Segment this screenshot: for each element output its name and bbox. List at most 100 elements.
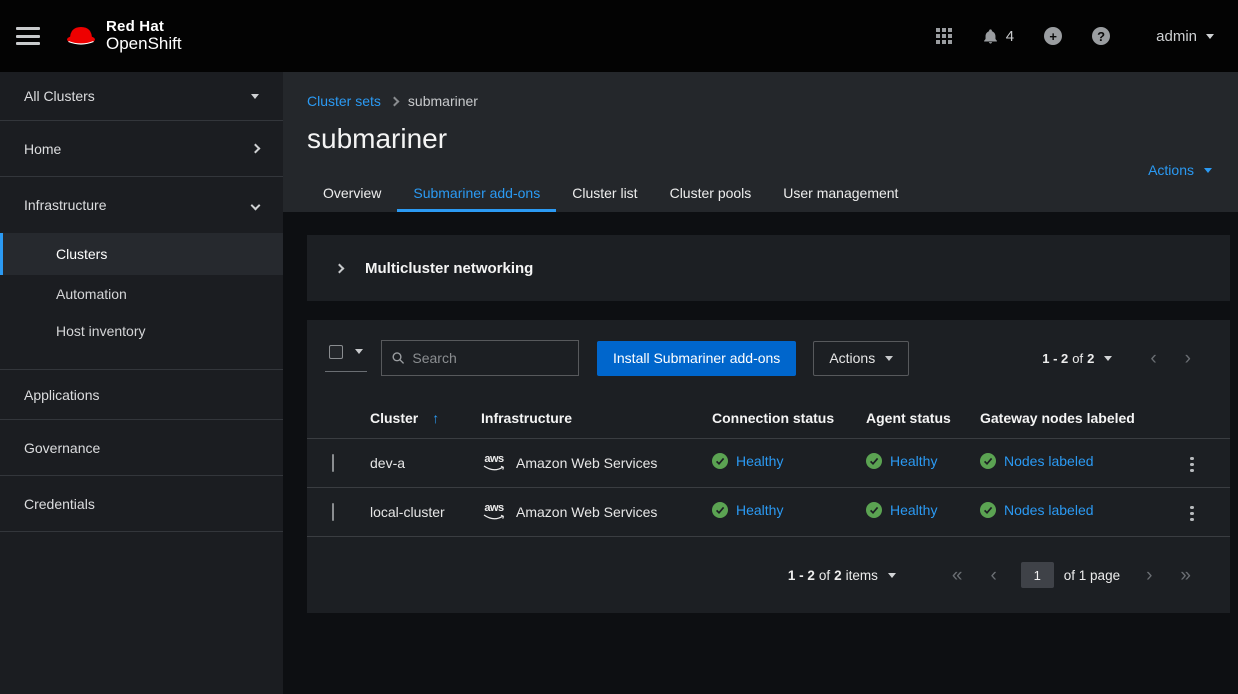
prev-page-button[interactable]: ‹ [1136, 349, 1170, 368]
sidebar-item-label: Credentials [24, 496, 95, 512]
table-toolbar: Install Submariner add-ons Actions 1 - 2… [307, 336, 1230, 380]
column-label: Cluster [370, 410, 418, 426]
breadcrumb-separator-icon [389, 97, 399, 107]
connection-status-link[interactable]: Healthy [736, 502, 783, 518]
page-header: Cluster sets submariner submariner Actio… [283, 72, 1238, 212]
column-header-cluster[interactable]: Cluster ↑ [370, 398, 481, 438]
multicluster-networking-section[interactable]: Multicluster networking [307, 235, 1230, 301]
caret-down-icon [1206, 34, 1214, 39]
search-box [381, 340, 579, 376]
caret-down-icon [885, 356, 893, 361]
sidebar: All Clusters Home Infrastructure Cluster… [0, 72, 283, 694]
tab-cluster-pools[interactable]: Cluster pools [654, 178, 768, 212]
next-page-button[interactable]: › [1171, 349, 1205, 368]
tab-submariner-add-ons[interactable]: Submariner add-ons [397, 178, 556, 212]
nav-toggle-icon[interactable] [16, 27, 40, 45]
infrastructure-cell: aws Amazon Web Services [481, 454, 712, 472]
page-actions-dropdown[interactable]: Actions [1148, 162, 1212, 178]
bulk-select-checkbox[interactable] [329, 345, 343, 359]
tab-user-management[interactable]: User management [767, 178, 914, 212]
check-circle-icon [712, 502, 728, 518]
sidebar-item-home[interactable]: Home [0, 121, 283, 177]
content: Multicluster networking [283, 212, 1238, 694]
perspective-switcher[interactable]: All Clusters [0, 72, 283, 121]
agent-status: Healthy [866, 502, 937, 518]
prev-page-button[interactable]: ‹ [976, 566, 1010, 585]
expand-chevron-right-icon[interactable] [332, 255, 347, 281]
pagination-menu-toggle[interactable]: 1 - 2 of 2 items [788, 568, 896, 583]
column-header-actions [1182, 398, 1230, 438]
agent-status-link[interactable]: Healthy [890, 502, 937, 518]
check-circle-icon [980, 453, 996, 469]
row-kebab-menu[interactable] [1182, 500, 1202, 528]
pagination-bottom: 1 - 2 of 2 items « ‹ of 1 page [307, 537, 1230, 613]
openshift-console: Red Hat OpenShift 4 + ? admin All Cl [0, 0, 1238, 694]
connection-status: Healthy [712, 502, 783, 518]
infrastructure-cell: aws Amazon Web Services [481, 503, 712, 521]
brand-logo[interactable]: Red Hat OpenShift [64, 19, 182, 53]
page-number-input[interactable] [1021, 562, 1054, 588]
row-kebab-menu[interactable] [1182, 451, 1202, 479]
aws-logo-text: aws [484, 503, 503, 514]
gateway-nodes-link[interactable]: Nodes labeled [1004, 502, 1094, 518]
column-header-gateway-nodes: Gateway nodes labeled [980, 398, 1182, 438]
section-title: Multicluster networking [365, 260, 533, 277]
gateway-nodes-status: Nodes labeled [980, 502, 1094, 518]
sidebar-item-label: Host inventory [56, 323, 145, 339]
agent-status: Healthy [866, 453, 937, 469]
breadcrumb-cluster-sets-link[interactable]: Cluster sets [307, 93, 381, 109]
bulk-select-dropdown[interactable] [325, 345, 367, 372]
sidebar-item-label: Infrastructure [24, 197, 106, 213]
sidebar-item-automation[interactable]: Automation [0, 275, 283, 312]
user-menu[interactable]: admin [1156, 28, 1214, 45]
infrastructure-name: Amazon Web Services [516, 455, 657, 471]
caret-down-icon [1104, 356, 1112, 361]
create-plus-icon[interactable]: + [1044, 27, 1062, 45]
sidebar-item-host-inventory[interactable]: Host inventory [0, 312, 283, 349]
pagination-menu-toggle[interactable]: 1 - 2 of 2 [1042, 351, 1112, 366]
sidebar-item-clusters[interactable]: Clusters [0, 233, 283, 275]
next-page-button[interactable]: › [1132, 566, 1166, 585]
cluster-name-cell: local-cluster [370, 487, 481, 536]
app-launcher-icon[interactable] [936, 28, 952, 44]
tab-cluster-list[interactable]: Cluster list [556, 178, 653, 212]
sidebar-item-applications[interactable]: Applications [0, 370, 283, 420]
connection-status-link[interactable]: Healthy [736, 453, 783, 469]
sidebar-item-label: Clusters [56, 246, 107, 262]
sidebar-item-label: Governance [24, 440, 100, 456]
tab-overview[interactable]: Overview [307, 178, 397, 212]
sort-ascending-icon: ↑ [432, 410, 439, 426]
install-submariner-button[interactable]: Install Submariner add-ons [597, 341, 796, 376]
help-icon[interactable]: ? [1092, 27, 1110, 45]
connection-status: Healthy [712, 453, 783, 469]
aws-logo-text: aws [484, 454, 503, 465]
pagination-total: 2 [834, 568, 842, 583]
row-checkbox[interactable] [332, 454, 334, 472]
aws-logo-icon: aws [481, 454, 507, 472]
check-circle-icon [866, 453, 882, 469]
sidebar-item-governance[interactable]: Governance [0, 420, 283, 476]
first-page-button[interactable]: « [938, 566, 977, 585]
gateway-nodes-link[interactable]: Nodes labeled [1004, 453, 1094, 469]
infrastructure-name: Amazon Web Services [516, 504, 657, 520]
pagination-range: 1 - 2 [788, 568, 815, 583]
sidebar-item-credentials[interactable]: Credentials [0, 476, 283, 532]
check-circle-icon [712, 453, 728, 469]
sidebar-item-infrastructure[interactable]: Infrastructure [0, 177, 283, 233]
gateway-nodes-status: Nodes labeled [980, 453, 1094, 469]
row-checkbox[interactable] [332, 503, 334, 521]
agent-status-link[interactable]: Healthy [890, 453, 937, 469]
toolbar-actions-dropdown[interactable]: Actions [813, 341, 909, 376]
search-input[interactable] [412, 350, 568, 366]
check-circle-icon [866, 502, 882, 518]
table-row: dev-a aws Amazon Web Services [307, 438, 1230, 487]
chevron-right-icon [251, 144, 261, 154]
brand-text: Red Hat OpenShift [106, 19, 182, 53]
last-page-button[interactable]: » [1166, 566, 1205, 585]
toolbar-actions-label: Actions [829, 350, 875, 366]
addons-table: Cluster↑ Infrastructure Connection statu… [307, 398, 1230, 536]
notification-count: 4 [1006, 28, 1014, 45]
page-actions-label: Actions [1148, 162, 1194, 178]
pagination-controls: « ‹ of 1 page › » [938, 562, 1205, 588]
notifications-button[interactable]: 4 [982, 28, 1014, 45]
